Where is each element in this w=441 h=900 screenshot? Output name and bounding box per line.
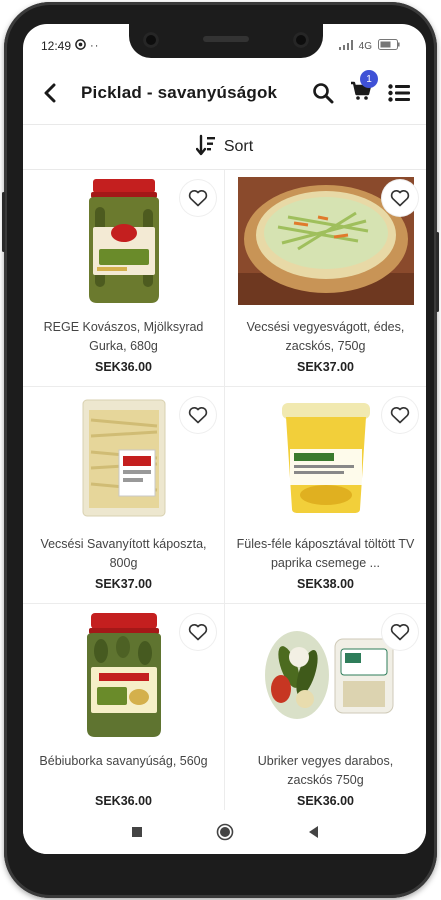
product-name: Füles-féle káposztával töltött TV paprik…: [236, 537, 415, 570]
product-card[interactable]: Füles-féle káposztával töltött TV paprik…: [225, 387, 426, 603]
page-title: Picklad - savanyúságok: [81, 83, 278, 102]
camera-icon: [143, 32, 159, 48]
home-icon[interactable]: [213, 820, 237, 844]
back-arrow-icon[interactable]: [39, 82, 61, 104]
signal-icon: [338, 39, 353, 53]
heart-icon[interactable]: [382, 397, 418, 433]
product-card[interactable]: Vecsési Savanyított káposzta, 800g SEK37…: [23, 387, 224, 603]
product-price: SEK36.00: [95, 360, 152, 374]
cart-count-badge: 1: [360, 70, 378, 88]
list-view-icon[interactable]: [384, 78, 414, 108]
product-name: Vecsési Savanyított káposzta, 800g: [40, 537, 207, 570]
product-name: REGE Kovászos, Mjölksyrad Gurka, 680g: [43, 320, 204, 353]
product-grid: REGE Kovászos, Mjölksyrad Gurka, 680g SE…: [23, 170, 426, 810]
heart-icon[interactable]: [382, 180, 418, 216]
speaker: [203, 36, 249, 42]
volume-button: [2, 192, 5, 252]
product-card[interactable]: Vecsési vegyesvágott, édes, zacskós, 750…: [225, 170, 426, 386]
product-price: SEK36.00: [297, 794, 354, 808]
network-label: 4G: [358, 40, 372, 52]
product-price: SEK37.00: [95, 577, 152, 591]
product-card[interactable]: Bébiuborka savanyúság, 560g SEK36.00: [23, 604, 224, 810]
heart-icon[interactable]: [180, 180, 216, 216]
system-nav-bar: [23, 810, 426, 854]
cart-button[interactable]: 1: [346, 70, 378, 108]
phone-frame: 12:49 ·· 4G Picklad - savanyúságok 1 Sor…: [2, 2, 439, 898]
notch: [129, 24, 323, 58]
sort-button[interactable]: Sort: [23, 124, 426, 170]
sort-label: Sort: [223, 138, 254, 155]
battery-icon: [378, 39, 400, 53]
heart-icon[interactable]: [382, 614, 418, 650]
product-card[interactable]: REGE Kovászos, Mjölksyrad Gurka, 680g SE…: [23, 170, 224, 386]
back-icon[interactable]: [301, 820, 325, 844]
product-name: Ubriker vegyes darabos, zacskós 750g: [257, 754, 394, 787]
status-time: 12:49: [41, 39, 72, 53]
product-price: SEK37.00: [297, 360, 354, 374]
product-name: Vecsési vegyesvágott, édes, zacskós, 750…: [246, 320, 405, 353]
product-price: SEK38.00: [297, 577, 354, 591]
product-price: SEK36.00: [95, 794, 152, 808]
product-card[interactable]: Ubriker vegyes darabos, zacskós 750g SEK…: [225, 604, 426, 810]
whatsapp-icon: [75, 39, 86, 53]
heart-icon[interactable]: [180, 614, 216, 650]
power-button: [436, 232, 439, 312]
app-header: Picklad - savanyúságok 1: [23, 68, 426, 118]
screen: 12:49 ·· 4G Picklad - savanyúságok 1 Sor…: [23, 24, 426, 854]
camera-icon: [293, 32, 309, 48]
heart-icon[interactable]: [180, 397, 216, 433]
recent-apps-icon[interactable]: [125, 820, 149, 844]
search-icon[interactable]: [308, 78, 338, 108]
more-dots-icon: ··: [90, 40, 100, 52]
sort-icon: [195, 134, 216, 161]
product-name: Bébiuborka savanyúság, 560g: [39, 754, 208, 768]
